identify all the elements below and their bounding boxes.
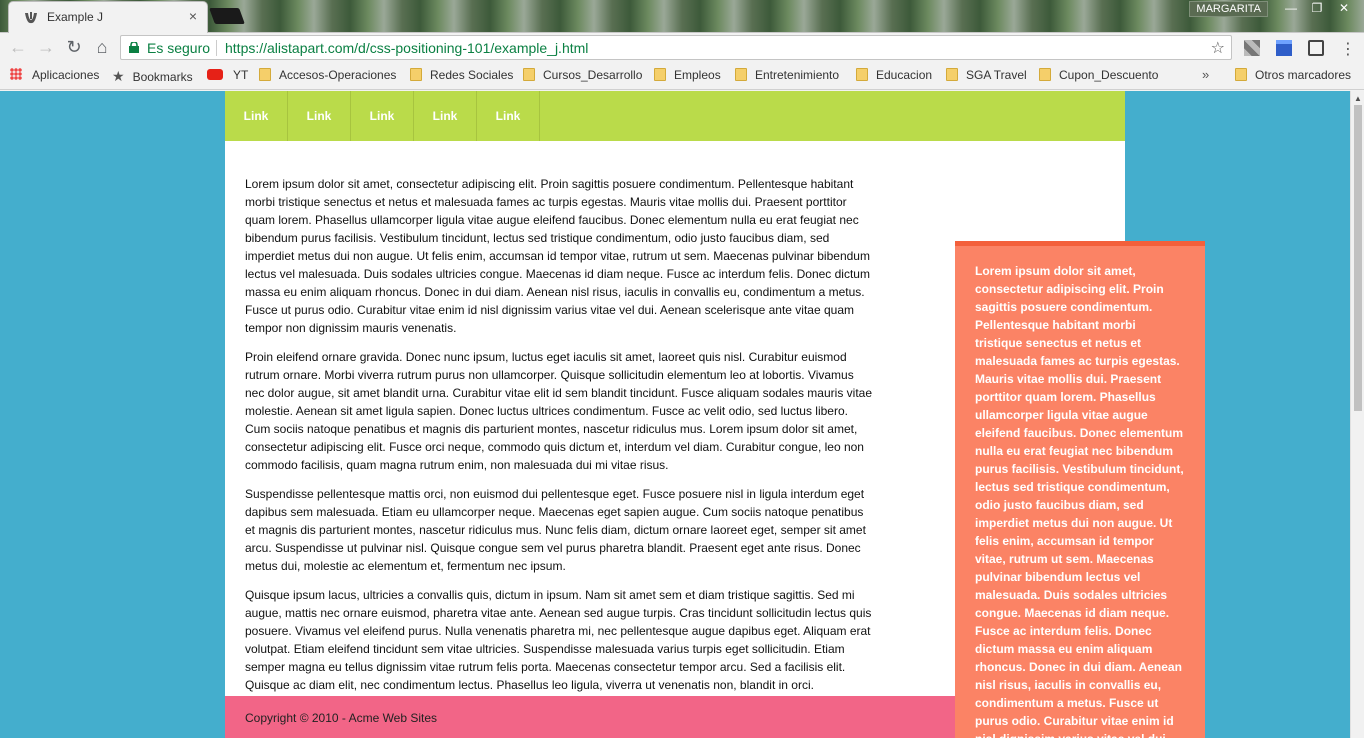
tab-strip: Example J × MARGARITA — ❐ ✕: [0, 0, 1364, 33]
nav-link[interactable]: Link: [351, 91, 414, 141]
close-window-icon[interactable]: ✕: [1330, 1, 1358, 17]
folder-icon: [523, 68, 535, 81]
main-content: Lorem ipsum dolor sit amet, consectetur …: [245, 175, 873, 705]
address-bar[interactable]: Es seguro https://alistapart.com/d/css-p…: [120, 35, 1232, 60]
nav-link[interactable]: Link: [477, 91, 540, 141]
paragraph: Lorem ipsum dolor sit amet, consectetur …: [245, 177, 870, 335]
address-divider: [216, 40, 217, 56]
active-tab[interactable]: Example J ×: [8, 1, 208, 33]
browser-chrome: Example J × MARGARITA — ❐ ✕ ← → ↻ ⌂ Es s…: [0, 0, 1364, 91]
reload-icon[interactable]: ↻: [64, 37, 84, 57]
bookmark-yt[interactable]: YT: [207, 68, 248, 82]
bookmark-folder[interactable]: Cupon_Descuento: [1039, 68, 1158, 82]
folder-icon: [1235, 68, 1247, 81]
paragraph: Suspendisse pellentesque mattis orci, no…: [245, 487, 866, 573]
new-tab-button[interactable]: [209, 8, 245, 24]
folder-icon: [654, 68, 666, 81]
profile-button[interactable]: MARGARITA: [1189, 1, 1268, 17]
top-navigation: Link Link Link Link Link: [225, 91, 1125, 141]
bookmarks-bar: Aplicaciones ★ Bookmarks YT Accesos-Opera…: [0, 61, 1364, 90]
nav-link[interactable]: Link: [288, 91, 351, 141]
bookmark-star-icon[interactable]: ☆: [1211, 38, 1225, 58]
extension-icon[interactable]: [1244, 40, 1260, 56]
scrollbar-thumb[interactable]: [1354, 105, 1362, 411]
browser-toolbar: ← → ↻ ⌂ Es seguro https://alistapart.com…: [0, 33, 1364, 61]
bookmark-other[interactable]: Otros marcadores: [1235, 68, 1351, 82]
page-viewport: Link Link Link Link Link Lorem ipsum dol…: [0, 91, 1350, 738]
tab-close-icon[interactable]: ×: [189, 8, 197, 24]
lock-icon: [129, 42, 139, 53]
bookmark-folder[interactable]: Accesos-Operaciones: [259, 68, 396, 82]
url-text[interactable]: https://alistapart.com/d/css-positioning…: [225, 40, 588, 56]
star-icon: ★: [112, 68, 125, 84]
bookmark-folder[interactable]: Educacion: [856, 68, 932, 82]
bookmark-folder[interactable]: Entretenimiento: [735, 68, 839, 82]
vertical-scrollbar[interactable]: ▲: [1350, 91, 1364, 738]
bookmark-folder[interactable]: Redes Sociales: [410, 68, 513, 82]
folder-icon: [259, 68, 271, 81]
menu-icon[interactable]: ⋮: [1340, 39, 1356, 59]
bookmark-folder[interactable]: SGA Travel: [946, 68, 1027, 82]
minimize-icon[interactable]: —: [1278, 1, 1304, 17]
bookmark-bookmarks[interactable]: ★ Bookmarks: [112, 68, 193, 85]
folder-icon: [856, 68, 868, 81]
paragraph: Proin eleifend ornare gravida. Donec nun…: [245, 350, 872, 472]
extension-icon[interactable]: [1308, 40, 1324, 56]
youtube-icon: [207, 69, 223, 80]
folder-icon: [735, 68, 747, 81]
forward-icon[interactable]: →: [36, 37, 56, 57]
scroll-up-icon[interactable]: ▲: [1354, 94, 1362, 103]
back-icon[interactable]: ←: [8, 37, 28, 57]
bookmark-apps[interactable]: Aplicaciones: [10, 68, 99, 82]
folder-icon: [410, 68, 422, 81]
folder-icon: [1039, 68, 1051, 81]
tab-title: Example J: [47, 10, 104, 24]
extension-icon[interactable]: [1276, 40, 1292, 56]
security-label: Es seguro: [147, 40, 211, 56]
positioned-sidebar: Lorem ipsum dolor sit amet, consectetur …: [955, 241, 1205, 738]
home-icon[interactable]: ⌂: [92, 37, 112, 57]
nav-link[interactable]: Link: [414, 91, 477, 141]
bookmark-folder[interactable]: Empleos: [654, 68, 721, 82]
favicon-icon: [25, 12, 37, 24]
apps-icon: [10, 68, 22, 80]
folder-icon: [946, 68, 958, 81]
paragraph: Quisque ipsum lacus, ultricies a convall…: [245, 588, 872, 692]
bookmark-folder[interactable]: Cursos_Desarrollo: [523, 68, 642, 82]
maximize-icon[interactable]: ❐: [1304, 1, 1330, 17]
nav-link[interactable]: Link: [225, 91, 288, 141]
bookmarks-overflow-icon[interactable]: »: [1202, 67, 1209, 82]
